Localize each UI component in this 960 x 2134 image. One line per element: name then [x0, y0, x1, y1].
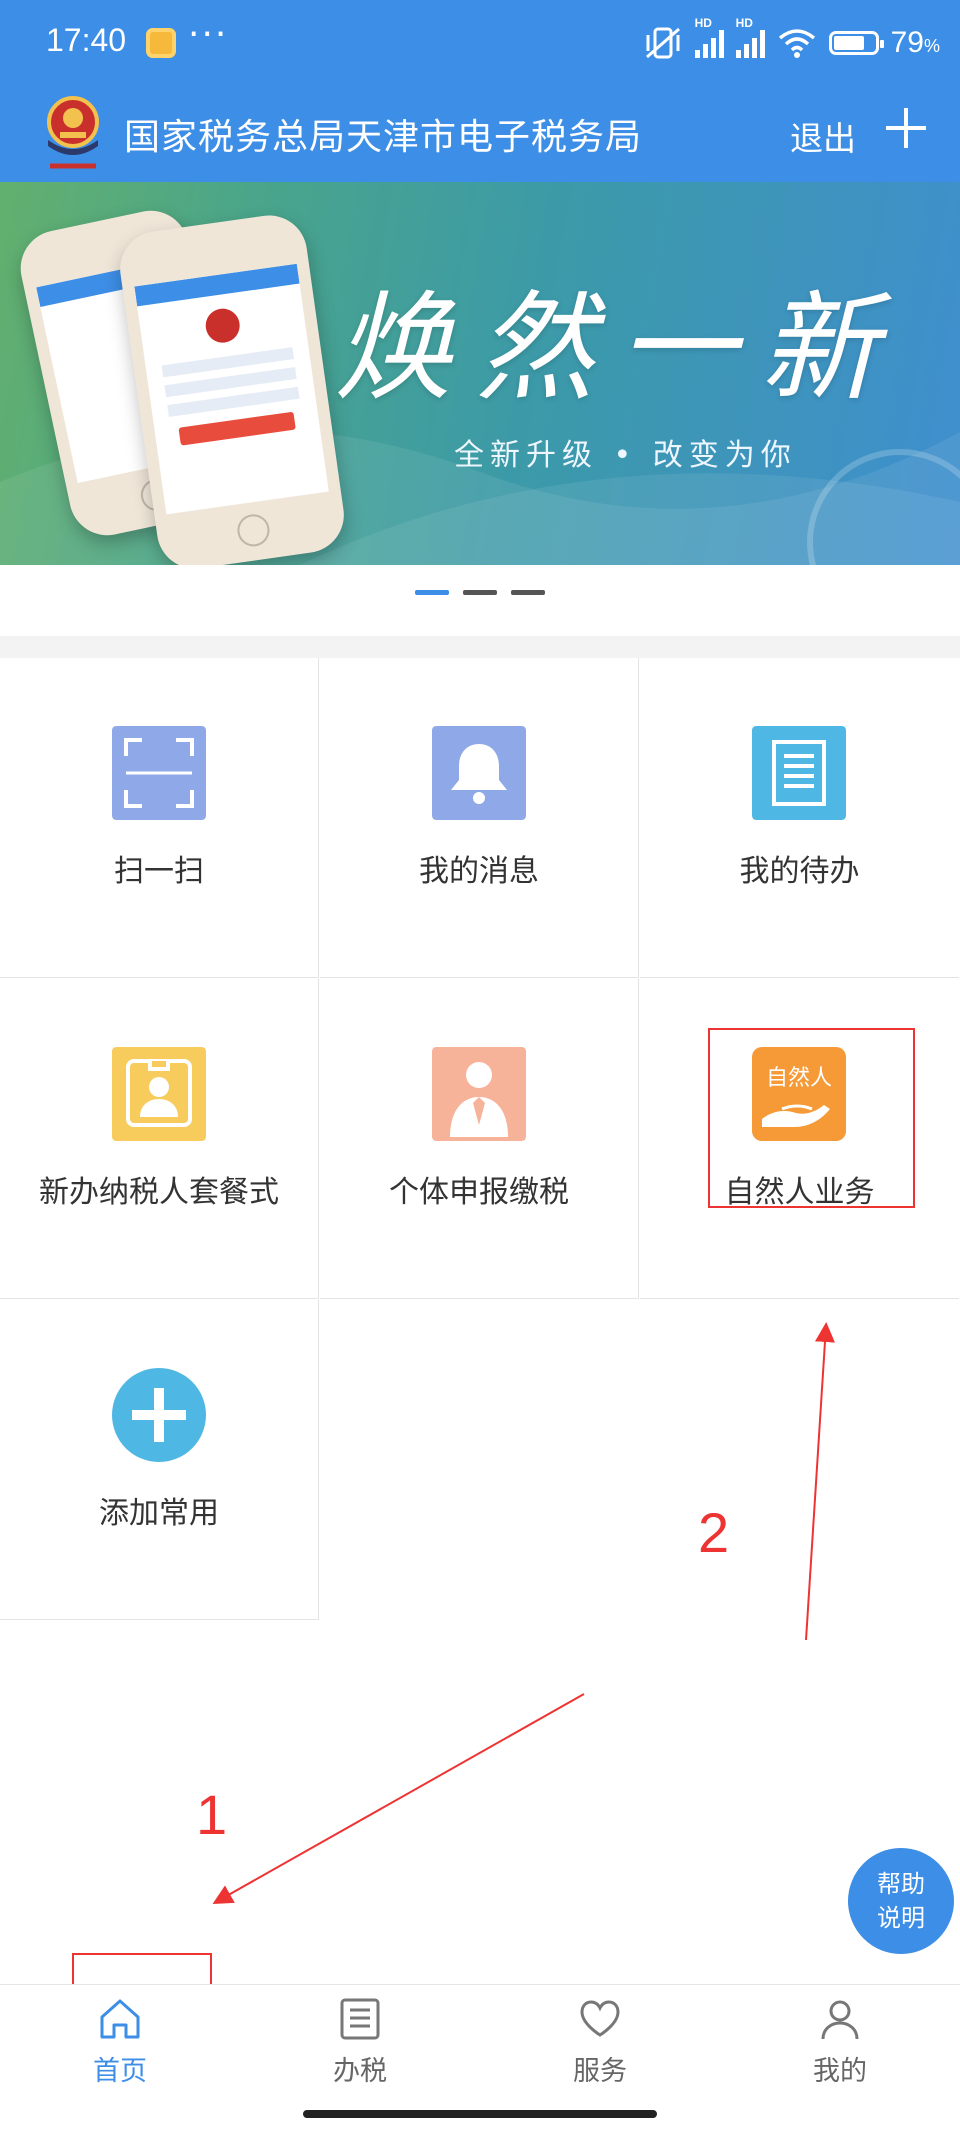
vibrate-off-icon [645, 27, 680, 59]
heart-icon [580, 2000, 620, 2037]
plus-icon[interactable] [884, 106, 928, 150]
grid-item-label: 添加常用 [99, 1496, 219, 1531]
signal-1-icon: HD [694, 16, 724, 58]
banner-slogan: 焕然一新 [334, 279, 903, 417]
gallery-notification-icon [146, 28, 176, 58]
status-bar: 17:40 ··· HD HD 79% [0, 0, 960, 86]
grid-item-individual-tax[interactable]: 个体申报缴税 [320, 979, 639, 1299]
hd-label: HD [694, 16, 712, 30]
highlight-natural-person [708, 1028, 915, 1208]
grid-item-messages[interactable]: 我的消息 [320, 658, 639, 978]
grid-item-add-favorite[interactable]: 添加常用 [0, 1300, 319, 1620]
tax-emblem-icon [47, 96, 99, 169]
gesture-home-bar[interactable] [303, 2110, 657, 2118]
annotation-step-1: 1 [196, 1783, 228, 1846]
status-time: 17:40 [46, 22, 127, 58]
battery-icon [828, 31, 884, 55]
more-notifications-icon: ··· [188, 14, 229, 55]
grid-item-label: 个体申报缴税 [389, 1175, 569, 1210]
status-indicators: HD HD 79% [643, 16, 940, 68]
help-label-line2: 说明 [877, 1904, 925, 1932]
id-badge-icon [112, 1047, 206, 1141]
home-icon [100, 1999, 140, 2039]
hd-label-2: HD [735, 16, 753, 30]
user-icon [821, 2000, 859, 2040]
carousel-dot[interactable] [511, 590, 545, 595]
tab-service[interactable]: 服务 [480, 1985, 720, 2095]
logout-button[interactable]: 退出 [790, 112, 856, 160]
grid-item-label: 新办纳税人套餐式 [39, 1175, 279, 1210]
list-icon [340, 1998, 380, 2040]
signal-2-icon: HD [735, 16, 765, 58]
tab-label: 我的 [813, 2056, 867, 2087]
carousel-indicator [0, 590, 960, 610]
scan-icon [112, 726, 206, 820]
tab-home[interactable]: 首页 [0, 1985, 240, 2095]
tab-label: 办税 [333, 2056, 387, 2087]
grid-item-label: 扫一扫 [114, 854, 204, 889]
tab-tax[interactable]: 办税 [240, 1985, 480, 2095]
grid-item-scan[interactable]: 扫一扫 [0, 658, 319, 978]
grid-item-todo[interactable]: 我的待办 [640, 658, 959, 978]
app-header: 国家税务总局天津市电子税务局 退出 [0, 86, 960, 182]
grid-item-label: 我的消息 [419, 854, 539, 889]
help-button[interactable]: 帮助 说明 [848, 1848, 954, 1954]
banner-subtitle: 全新升级 • 改变为你 [454, 438, 797, 473]
carousel-dot[interactable] [415, 590, 449, 595]
grid-item-label: 我的待办 [739, 854, 860, 889]
grid-item-new-taxpayer[interactable]: 新办纳税人套餐式 [0, 979, 319, 1299]
banner-carousel[interactable]: 焕然一新 全新升级 • 改变为你 [0, 182, 960, 565]
plus-circle-icon [112, 1368, 206, 1462]
arrow-to-home [212, 1693, 585, 1904]
tab-label: 首页 [93, 2056, 147, 2087]
tab-mine[interactable]: 我的 [720, 1985, 960, 2095]
document-icon [752, 726, 846, 820]
wifi-icon [778, 29, 815, 58]
bell-icon [432, 726, 526, 820]
page-title: 国家税务总局天津市电子税务局 [124, 117, 643, 158]
person-tie-icon [432, 1047, 526, 1141]
battery-percent: 79% [890, 26, 940, 59]
section-divider [0, 636, 960, 658]
help-label-line1: 帮助 [877, 1870, 925, 1898]
tab-label: 服务 [573, 2056, 627, 2087]
carousel-dot[interactable] [463, 590, 497, 595]
annotation-step-2: 2 [698, 1501, 730, 1564]
